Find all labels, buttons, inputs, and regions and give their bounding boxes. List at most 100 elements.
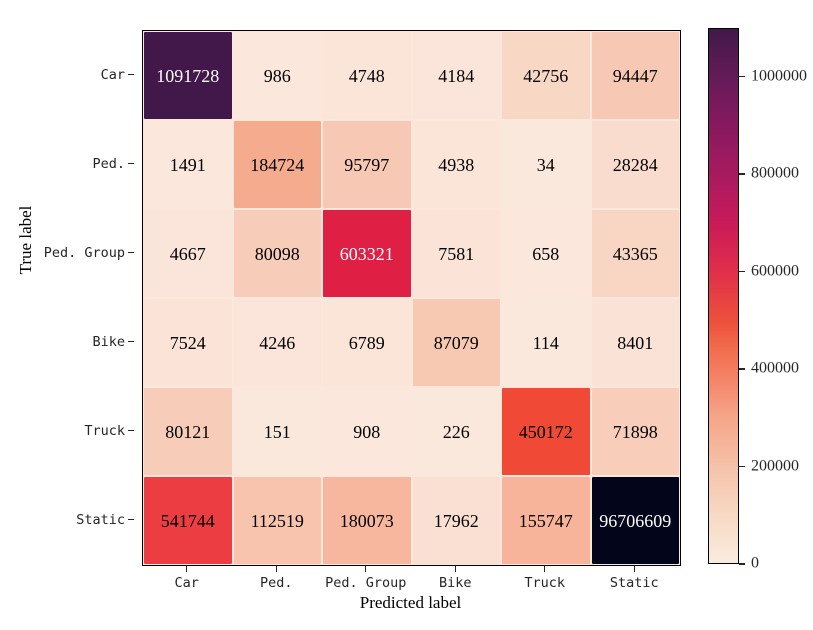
cell-value: 7524 xyxy=(169,332,206,353)
cell-value: 87079 xyxy=(433,332,479,353)
colorbar-tick-mark xyxy=(739,173,745,175)
cell-value: 80121 xyxy=(165,421,211,442)
heatmap-cell: 80098 xyxy=(233,209,323,298)
y-tick-bike: Bike xyxy=(40,297,134,386)
heatmap-cell: 226 xyxy=(412,387,502,476)
y-tick-truck: Truck xyxy=(40,386,134,475)
heatmap-cell: 87079 xyxy=(412,298,502,387)
cell-value: 4184 xyxy=(438,65,475,86)
x-tick-text: Car xyxy=(174,575,199,591)
heatmap-cell: 4667 xyxy=(143,209,233,298)
x-tick-text: Ped. xyxy=(259,575,293,591)
x-tick-bike: Bike xyxy=(411,566,501,592)
heatmap-cell: 908 xyxy=(322,387,412,476)
x-tick-text: Bike xyxy=(438,575,472,591)
y-tick-text: Ped. xyxy=(92,155,125,172)
heatmap-cell: 42756 xyxy=(501,31,591,120)
cell-value: 184724 xyxy=(250,154,305,175)
cell-value: 43365 xyxy=(612,243,658,264)
cell-value: 80098 xyxy=(254,243,300,264)
cell-value: 658 xyxy=(532,243,560,264)
heatmap-cell: 6789 xyxy=(322,298,412,387)
heatmap-cell: 34 xyxy=(501,120,591,209)
cell-value: 151 xyxy=(263,421,291,442)
y-tick-text: Truck xyxy=(84,422,125,439)
heatmap-cell: 4184 xyxy=(412,31,502,120)
cell-value: 114 xyxy=(532,332,559,353)
y-tick-text: Bike xyxy=(92,333,125,350)
cell-value: 603321 xyxy=(339,243,394,264)
cell-value: 7581 xyxy=(438,243,475,264)
y-tick-text: Static xyxy=(76,511,125,528)
heatmap-cell: 94447 xyxy=(591,31,681,120)
cell-value: 28284 xyxy=(612,154,658,175)
heatmap-cell: 151 xyxy=(233,387,323,476)
cell-value: 1491 xyxy=(169,154,206,175)
cell-value: 986 xyxy=(263,65,291,86)
cell-value: 4246 xyxy=(259,332,296,353)
x-tick-truck: Truck xyxy=(500,566,590,592)
heatmap-cell: 71898 xyxy=(591,387,681,476)
colorbar-tick-mark xyxy=(739,76,745,78)
y-tick-text: Ped. Group xyxy=(43,244,125,261)
cell-value: 42756 xyxy=(523,65,569,86)
x-tick-ped-group: Ped. Group xyxy=(321,566,411,592)
cell-value: 96706609 xyxy=(599,510,672,531)
colorbar-tick-label: 400000 xyxy=(751,359,799,377)
x-axis-tick-labels: Car Ped. Ped. Group Bike Truck Static xyxy=(142,566,679,592)
heatmap-cell: 4938 xyxy=(412,120,502,209)
heatmap-cell: 180073 xyxy=(322,476,412,565)
cell-value: 112519 xyxy=(250,510,304,531)
colorbar-tick-mark xyxy=(739,368,745,370)
heatmap-cell: 80121 xyxy=(143,387,233,476)
cell-value: 4667 xyxy=(169,243,206,264)
colorbar-tick-mark xyxy=(739,270,745,273)
cell-value: 8401 xyxy=(617,332,654,353)
y-tick-text: Car xyxy=(100,66,125,83)
cell-value: 34 xyxy=(536,154,555,175)
colorbar: 0 200000 400000 600000 800000 1000000 xyxy=(708,28,807,572)
colorbar-tick-label: 1000000 xyxy=(751,67,807,85)
heatmap-cell: 96706609 xyxy=(591,476,681,565)
colorbar-tick-mark xyxy=(739,465,745,468)
y-axis-tick-labels: Car Ped. Ped. Group Bike Truck Static xyxy=(40,30,134,564)
confusion-matrix-figure: True label Car Ped. Ped. Group Bike Truck Sta… xyxy=(0,0,813,630)
y-tick-car: Car xyxy=(40,30,134,119)
colorbar-tick-label: 200000 xyxy=(751,457,799,475)
y-tick-ped: Ped. xyxy=(40,119,134,208)
cell-value: 1091728 xyxy=(156,65,220,86)
heatmap-cell: 1091728 xyxy=(143,31,233,120)
x-tick-text: Ped. Group xyxy=(325,575,407,591)
x-tick-text: Truck xyxy=(524,575,566,591)
heatmap-cell: 4246 xyxy=(233,298,323,387)
cell-value: 180073 xyxy=(339,510,394,531)
cell-value: 226 xyxy=(442,421,470,442)
y-axis-label: True label xyxy=(16,205,35,275)
cell-value: 95797 xyxy=(344,154,390,175)
heatmap-cell: 184724 xyxy=(233,120,323,209)
heatmap-cell: 95797 xyxy=(322,120,412,209)
heatmap-cell: 7524 xyxy=(143,298,233,387)
cell-value: 4938 xyxy=(438,154,475,175)
colorbar-tick-mark xyxy=(739,563,745,565)
x-tick-ped: Ped. xyxy=(232,566,322,592)
cell-value: 6789 xyxy=(348,332,385,353)
heatmap-cell: 603321 xyxy=(322,209,412,298)
heatmap-cell: 155747 xyxy=(501,476,591,565)
heatmap-cell: 541744 xyxy=(143,476,233,565)
x-tick-static: Static xyxy=(590,566,680,592)
heatmap-grid: 1091728 986 4748 4184 42756 94447 1491 184724 95… xyxy=(142,30,681,566)
y-tick-static: Static xyxy=(40,475,134,564)
colorbar-tick-label: 600000 xyxy=(751,262,799,280)
colorbar-gradient xyxy=(708,28,739,564)
x-axis-label: Predicted label xyxy=(359,593,462,612)
heatmap-cell: 28284 xyxy=(591,120,681,209)
cell-value: 94447 xyxy=(612,65,658,86)
cell-value: 155747 xyxy=(518,510,573,531)
x-tick-text: Static xyxy=(609,575,659,591)
heatmap-cell: 1491 xyxy=(143,120,233,209)
heatmap-cell: 4748 xyxy=(322,31,412,120)
colorbar-tick-label: 800000 xyxy=(751,164,799,182)
heatmap-cell: 43365 xyxy=(591,209,681,298)
cell-value: 4748 xyxy=(348,65,385,86)
